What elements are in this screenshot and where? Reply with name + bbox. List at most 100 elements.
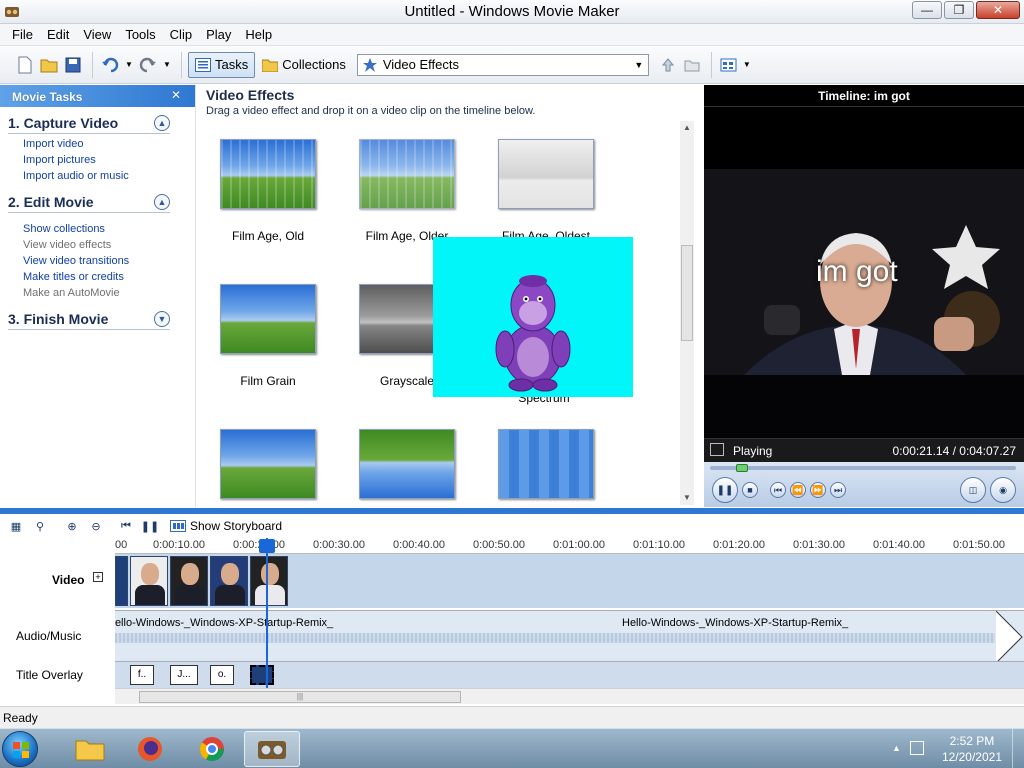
menu-clip[interactable]: Clip [170, 27, 192, 42]
video-clip[interactable] [170, 556, 208, 606]
taskbar-firefox[interactable] [122, 731, 178, 767]
effect-item[interactable] [486, 429, 606, 499]
rewind-timeline-icon[interactable]: ⏮ [116, 516, 136, 536]
timeline-horizontal-scrollbar[interactable]: ||| [115, 688, 1024, 704]
effect-film-age-older[interactable]: Film Age, Older [347, 139, 467, 243]
previous-frame-button[interactable]: ⏮ [770, 482, 786, 498]
views-dropdown-icon[interactable]: ▼ [742, 54, 752, 76]
start-button[interactable] [2, 731, 38, 767]
timeline-ruler[interactable]: 00 0:00:10.00 0:00:20.00 0:00:30.00 0:00… [115, 538, 1024, 554]
undo-dropdown-icon[interactable]: ▼ [123, 54, 135, 76]
ruler-label: 0:01:30.00 [793, 539, 845, 551]
seek-bar[interactable] [710, 464, 1016, 472]
network-icon[interactable] [910, 741, 924, 755]
task-link-import-pictures[interactable]: Import pictures [23, 154, 195, 166]
menu-tools[interactable]: Tools [125, 27, 155, 42]
title-clip-selected[interactable] [250, 665, 274, 685]
bonzi-buddy-overlay[interactable] [433, 237, 633, 397]
taskbar-chrome[interactable] [184, 731, 240, 767]
video-clip[interactable] [250, 556, 288, 606]
redo-icon[interactable] [137, 54, 159, 76]
effect-item[interactable] [347, 429, 467, 499]
task-link-import-video[interactable]: Import video [23, 138, 195, 150]
open-project-icon[interactable] [38, 54, 60, 76]
narrate-timeline-icon[interactable]: ⚲ [30, 516, 50, 536]
effect-film-age-old[interactable]: Film Age, Old [208, 139, 328, 243]
menu-edit[interactable]: Edit [47, 27, 69, 42]
playhead-handle[interactable] [259, 539, 275, 553]
effect-film-age-oldest[interactable]: Film Age, Oldest [486, 139, 606, 243]
take-picture-button[interactable]: ◉ [990, 477, 1016, 503]
collection-select[interactable]: Video Effects ▼ [356, 53, 649, 76]
zoom-in-icon[interactable]: ⊕ [62, 516, 82, 536]
video-clip[interactable] [115, 556, 128, 606]
task-section-header[interactable]: 3. Finish Movie ▼ [8, 311, 170, 330]
set-audio-levels-icon[interactable]: ▦ [6, 516, 26, 536]
title-clip[interactable]: f.. [130, 665, 154, 685]
task-section-header[interactable]: 2. Edit Movie ▲ [8, 194, 170, 213]
show-desktop-button[interactable] [1012, 729, 1024, 768]
ruler-label: 00 [115, 539, 128, 551]
show-storyboard-button[interactable]: Show Storyboard [170, 519, 282, 533]
audio-clip-name: Hello-Windows-_Windows-XP-Startup-Remix_ [115, 617, 334, 629]
next-frame-button[interactable]: ⏭ [830, 482, 846, 498]
new-collection-folder-icon[interactable] [681, 54, 703, 76]
task-link-import-audio[interactable]: Import audio or music [23, 170, 195, 182]
effect-item[interactable] [208, 429, 328, 499]
menu-help[interactable]: Help [245, 27, 272, 42]
expand-track-icon[interactable]: + [93, 572, 103, 582]
undo-icon[interactable] [99, 54, 121, 76]
timeline-playhead[interactable] [259, 538, 275, 688]
rewind-button[interactable]: ⏪ [790, 482, 806, 498]
title-clip[interactable]: o. [210, 665, 234, 685]
taskbar-file-explorer[interactable] [62, 731, 118, 767]
collections-button[interactable]: Collections [255, 52, 353, 78]
chevron-up-icon[interactable]: ▲ [154, 194, 170, 210]
seek-handle[interactable] [736, 464, 748, 472]
task-link-make-titles[interactable]: Make titles or credits [23, 271, 195, 283]
stop-button[interactable]: ■ [742, 482, 758, 498]
scrollbar-thumb[interactable]: ||| [139, 691, 461, 703]
task-link-view-transitions[interactable]: View video transitions [23, 255, 195, 267]
taskbar-clock[interactable]: 2:52 PM 12/20/2021 [942, 733, 1002, 765]
redo-dropdown-icon[interactable]: ▼ [161, 54, 173, 76]
menu-play[interactable]: Play [206, 27, 231, 42]
pause-button[interactable]: ❚❚ [712, 477, 738, 503]
chevron-up-icon[interactable]: ▲ [154, 115, 170, 131]
task-section-header[interactable]: 1. Capture Video ▲ [8, 115, 170, 134]
taskbar-movie-maker[interactable] [244, 731, 300, 767]
restore-button[interactable]: ❐ [944, 1, 974, 19]
collections-button-label: Collections [282, 57, 346, 72]
scroll-up-icon[interactable]: ▲ [680, 121, 694, 135]
video-clip[interactable] [210, 556, 248, 606]
task-link-show-collections[interactable]: Show collections [23, 223, 195, 235]
playback-status: Playing 0:00:21.14 / 0:04:07.27 [704, 438, 1024, 462]
full-screen-icon[interactable] [710, 443, 724, 456]
split-clip-button[interactable]: ◫ [960, 477, 986, 503]
close-pane-icon[interactable]: ✕ [171, 88, 181, 102]
audio-track[interactable]: Hello-Windows-_Windows-XP-Startup-Remix_… [115, 610, 1024, 662]
video-track-label: Video [52, 573, 85, 587]
menu-file[interactable]: File [12, 27, 33, 42]
title-overlay-track[interactable]: f.. J... o. [115, 662, 1024, 688]
save-project-icon[interactable] [62, 54, 84, 76]
menu-view[interactable]: View [83, 27, 111, 42]
close-button[interactable]: ✕ [976, 1, 1020, 19]
video-track[interactable] [115, 554, 1024, 608]
chevron-down-icon[interactable]: ▼ [154, 311, 170, 327]
show-hidden-icons-icon[interactable]: ▲ [892, 743, 901, 753]
fast-forward-button[interactable]: ⏩ [810, 482, 826, 498]
new-project-icon[interactable] [14, 54, 36, 76]
zoom-out-icon[interactable]: ⊖ [86, 516, 106, 536]
up-one-level-icon[interactable] [657, 54, 679, 76]
play-timeline-icon[interactable]: ❚❚ [140, 516, 160, 536]
minimize-button[interactable]: — [912, 1, 942, 19]
scrollbar-thumb[interactable] [681, 245, 693, 341]
video-clip[interactable] [130, 556, 168, 606]
scroll-down-icon[interactable]: ▼ [680, 491, 694, 505]
tasks-button[interactable]: Tasks [188, 51, 256, 78]
effect-film-grain[interactable]: Film Grain [208, 284, 328, 388]
title-clip[interactable]: J... [170, 665, 198, 685]
views-icon[interactable] [718, 54, 740, 76]
effects-scrollbar[interactable]: ▲ ▼ [680, 121, 694, 505]
